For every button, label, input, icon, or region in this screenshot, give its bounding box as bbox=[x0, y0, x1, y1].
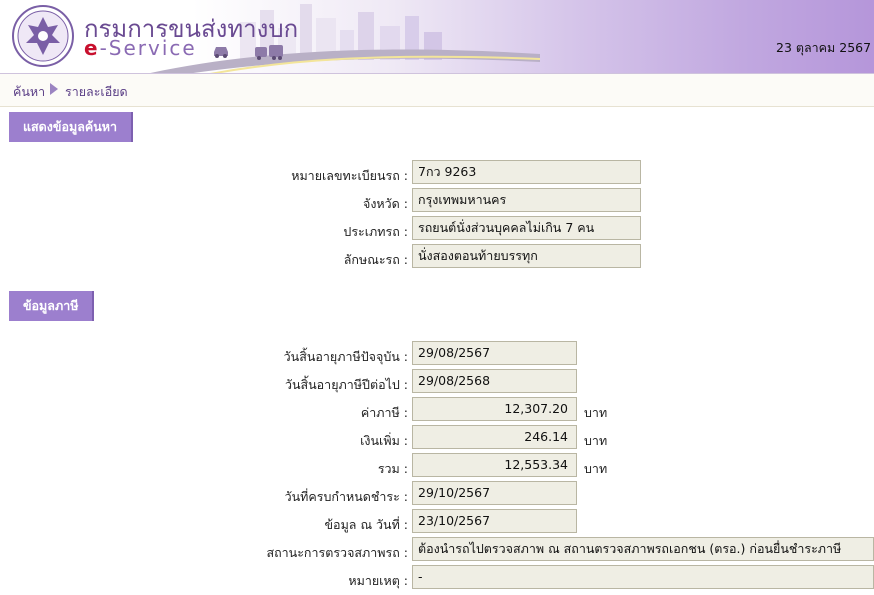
data-as-of-label: ข้อมูล ณ วันที่ : bbox=[324, 517, 408, 532]
breadcrumb-search-link[interactable]: ค้นหา bbox=[13, 82, 45, 102]
inspection-status-label: สถานะการตรวจสภาพรถ : bbox=[266, 545, 408, 560]
tax-amount-field: 12,307.20 bbox=[412, 397, 577, 421]
total-label: รวม : bbox=[377, 461, 408, 476]
current-date: 23 ตุลาคม 2567 0 bbox=[776, 40, 874, 55]
plate-label: หมายเลขทะเบียนรถ : bbox=[291, 168, 408, 183]
due-date-label: วันที่ครบกำหนดชำระ : bbox=[284, 489, 408, 504]
inspection-status-field: ต้องนำรถไปตรวจสภาพ ณ สถานตรวจสภาพรถเอกชน… bbox=[412, 537, 874, 561]
data-as-of-field: 23/10/2567 bbox=[412, 509, 577, 533]
due-date-field: 29/10/2567 bbox=[412, 481, 577, 505]
next-expiry-field: 29/08/2568 bbox=[412, 369, 577, 393]
current-expiry-label: วันสิ้นอายุภาษีปัจจุบัน : bbox=[283, 349, 408, 364]
tax-amount-unit: บาท bbox=[584, 405, 608, 420]
remark-label: หมายเหตุ : bbox=[348, 573, 408, 588]
total-field: 12,553.34 bbox=[412, 453, 577, 477]
site-header: กรมการขนส่งทางบก e-Service 23 ตุลาคม 256… bbox=[0, 0, 874, 74]
tax-amount-label: ค่าภาษี : bbox=[360, 405, 408, 420]
vehicle-type-field: รถยนต์นั่งส่วนบุคคลไม่เกิน 7 คน bbox=[412, 216, 641, 240]
plate-field: 7กว 9263 bbox=[412, 160, 641, 184]
surcharge-label: เงินเพิ่ม : bbox=[360, 433, 408, 448]
van-icon bbox=[255, 45, 283, 60]
eservice-brand: e-Service bbox=[84, 36, 197, 60]
province-field: กรุงเทพมหานคร bbox=[412, 188, 641, 212]
current-expiry-field: 29/08/2567 bbox=[412, 341, 577, 365]
section-header-tax-info: ข้อมูลภาษี bbox=[9, 291, 95, 321]
surcharge-field: 246.14 bbox=[412, 425, 577, 449]
dlt-seal-logo bbox=[12, 5, 74, 67]
breadcrumb: ค้นหา รายละเอียด bbox=[0, 74, 874, 107]
brand-prefix: e bbox=[84, 36, 100, 60]
total-unit: บาท bbox=[584, 461, 608, 476]
vehicle-style-field: นั่งสองตอนท้ายบรรทุก bbox=[412, 244, 641, 268]
vehicle-style-label: ลักษณะรถ : bbox=[343, 252, 408, 267]
surcharge-unit: บาท bbox=[584, 433, 608, 448]
breadcrumb-arrow-icon bbox=[50, 83, 58, 95]
breadcrumb-detail: รายละเอียด bbox=[65, 84, 128, 99]
brand-suffix: -Service bbox=[99, 36, 197, 60]
vehicle-type-label: ประเภทรถ : bbox=[343, 224, 408, 239]
next-expiry-label: วันสิ้นอายุภาษีปีต่อไป : bbox=[284, 377, 408, 392]
car-icon bbox=[214, 47, 228, 58]
province-label: จังหวัด : bbox=[363, 196, 408, 211]
remark-field: - bbox=[412, 565, 874, 589]
section-header-search-info: แสดงข้อมูลค้นหา bbox=[9, 112, 134, 142]
